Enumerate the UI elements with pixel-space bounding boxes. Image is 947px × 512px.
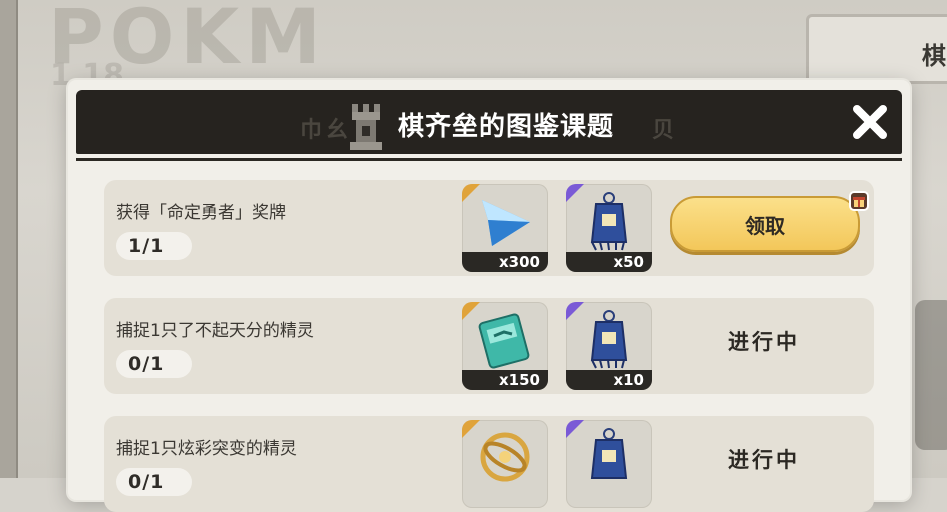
background-card-text: 棋: [922, 42, 946, 70]
task-name: 捕捉1只了不起天分的精灵: [116, 321, 314, 341]
task-status: 进行中: [728, 448, 800, 472]
claim-button[interactable]: 领取: [670, 196, 860, 252]
gift-icon: [849, 191, 869, 211]
task-status: 进行中: [728, 330, 800, 354]
task-row: 获得「命定勇者」奖牌 1/1 x300 x50 领取: [104, 180, 874, 276]
reward-item[interactable]: [462, 420, 548, 508]
dialog-title: 棋齐垒的图鉴课题: [398, 112, 615, 142]
dialog-titlebar: 巾幺 贝 棋齐垒的图鉴课题: [76, 90, 902, 154]
reward-item[interactable]: x300: [462, 184, 548, 272]
golden-ring-icon: [480, 432, 530, 482]
rook-tower-icon: [350, 104, 382, 150]
task-name: 捕捉1只炫彩突变的精灵: [116, 439, 297, 459]
blue-crystal-icon: [482, 200, 530, 246]
reward-item[interactable]: [566, 420, 652, 508]
reward-quantity: x300: [462, 252, 548, 272]
background-right-decoration: [915, 300, 947, 450]
task-progress: 0/1: [116, 468, 192, 496]
blue-charm-ticket-icon: [590, 310, 628, 369]
close-button[interactable]: [848, 100, 892, 144]
reward-quantity: x150: [462, 370, 548, 390]
task-row: 捕捉1只了不起天分的精灵 0/1 x150 x10 进行中: [104, 298, 874, 394]
task-progress: 1/1: [116, 232, 192, 260]
task-name: 获得「命定勇者」奖牌: [116, 203, 286, 223]
exp-book-icon: [478, 313, 530, 369]
reward-item[interactable]: x150: [462, 302, 548, 390]
reward-item[interactable]: x50: [566, 184, 652, 272]
left-edge-bar: [0, 0, 18, 478]
titlebar-divider: [76, 158, 902, 161]
title-ghost-right: 贝: [652, 118, 679, 143]
blue-charm-ticket-icon: [590, 192, 628, 251]
reward-item[interactable]: x10: [566, 302, 652, 390]
task-progress: 0/1: [116, 350, 192, 378]
pokedex-tasks-dialog: 巾幺 贝 棋齐垒的图鉴课题 获得「命定勇者」奖牌 1/1 x300 x50 领取…: [68, 80, 910, 512]
task-row: 捕捉1只炫彩突变的精灵 0/1 进行中: [104, 416, 874, 512]
blue-charm-ticket-icon: [590, 428, 628, 479]
reward-quantity: x50: [566, 252, 652, 272]
reward-quantity: x10: [566, 370, 652, 390]
close-x-icon: [853, 105, 887, 139]
